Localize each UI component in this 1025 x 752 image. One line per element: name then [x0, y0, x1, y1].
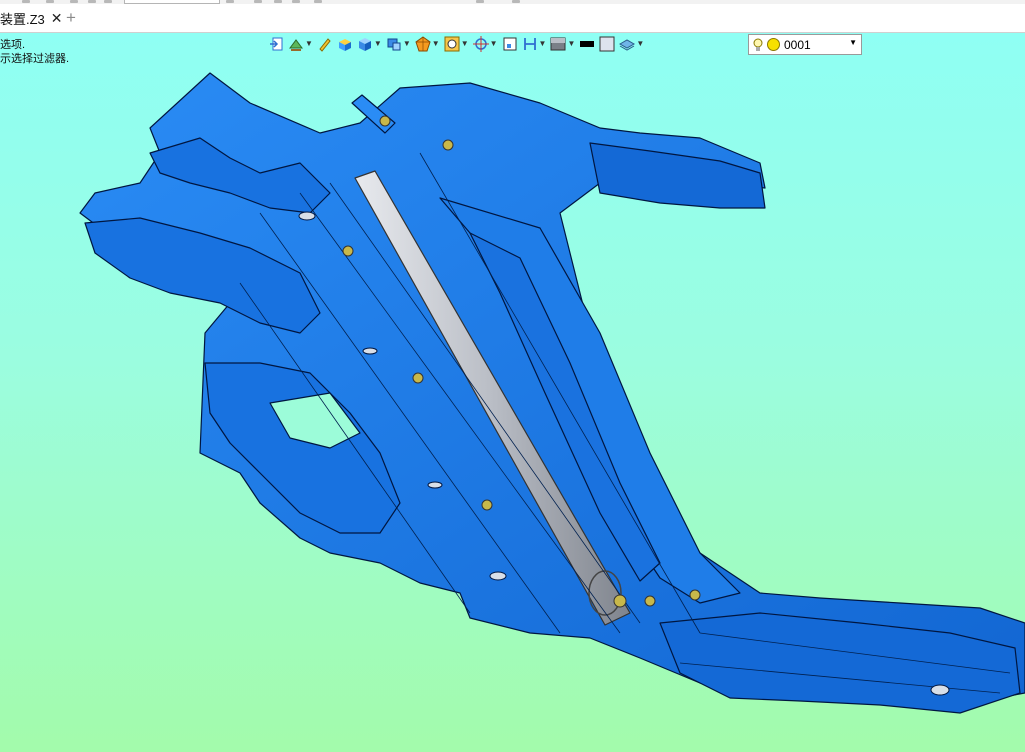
fastener [412, 372, 424, 384]
mount-hole [298, 211, 316, 221]
new-tab-button[interactable]: + [66, 9, 76, 27]
mount-hole [930, 684, 950, 696]
render-mode-button[interactable]: ▼ [288, 34, 313, 54]
prompt-line-1: 选项. [0, 39, 26, 51]
background-icon [550, 37, 566, 51]
quick-access-button[interactable] [314, 0, 322, 3]
fastener [481, 499, 493, 511]
chevron-down-icon[interactable]: ▼ [849, 38, 857, 47]
document-tab-bar: 装置.Z3 ✕ + [0, 4, 1025, 33]
cube-view-icon [358, 38, 371, 51]
fastener [379, 115, 391, 127]
quick-access-button[interactable] [476, 0, 484, 3]
fastener [442, 139, 454, 151]
layer-selector[interactable]: 0001 ▼ [748, 34, 862, 55]
quick-access-button[interactable] [22, 0, 30, 3]
explode-button[interactable]: ▼ [415, 34, 440, 54]
explode-icon [415, 36, 431, 52]
section-button[interactable]: ▼ [522, 34, 547, 54]
mount-hole [489, 571, 507, 581]
highlight-icon [319, 38, 331, 52]
document-tab-title: 装置.Z3 [0, 11, 45, 27]
exit-button[interactable] [268, 34, 284, 54]
chevron-down-icon: ▼ [636, 39, 645, 48]
highlight-button[interactable] [317, 34, 333, 54]
layer-icon [619, 39, 636, 51]
line-color-button[interactable] [579, 34, 595, 54]
window-button[interactable] [502, 34, 518, 54]
orbit-icon [472, 36, 489, 52]
zoom-fit-button[interactable]: ▼ [444, 34, 469, 54]
cube-view-button[interactable]: ▼ [357, 34, 382, 54]
layer-button[interactable]: ▼ [619, 34, 644, 54]
line-color-icon [580, 41, 595, 47]
fastener [613, 594, 627, 608]
mount-hole [427, 481, 443, 489]
view-toolbar: ▼ ▼ ▼ ▼ ▼ ▼ ▼ ▼ ▼ [268, 34, 648, 54]
chevron-down-icon: ▼ [460, 39, 469, 48]
chevron-down-icon: ▼ [489, 39, 498, 48]
zoom-fit-icon [444, 36, 460, 52]
document-tab[interactable]: 装置.Z3 ✕ [0, 4, 63, 32]
cad-model[interactable] [0, 33, 1025, 752]
quick-access-button[interactable] [70, 0, 78, 3]
face-color-button[interactable] [599, 34, 615, 54]
chevron-down-icon: ▼ [373, 39, 382, 48]
fastener [342, 245, 354, 257]
quick-access-button[interactable] [274, 0, 282, 3]
chevron-down-icon: ▼ [538, 39, 547, 48]
orbit-button[interactable]: ▼ [472, 34, 498, 54]
fastener [644, 595, 656, 607]
fastener [689, 589, 701, 601]
quick-access-button[interactable] [88, 0, 96, 3]
background-button[interactable]: ▼ [550, 34, 575, 54]
quick-access-button[interactable] [104, 0, 112, 3]
chevron-down-icon: ▼ [305, 39, 313, 48]
window-icon [503, 37, 517, 51]
layer-color-icon [767, 38, 780, 51]
command-prompt: 选项. 示选择过滤器. [0, 38, 69, 66]
quick-access-button[interactable] [512, 0, 520, 3]
chevron-down-icon: ▼ [431, 39, 440, 48]
render-mode-icon [289, 39, 303, 51]
shaded-icon [338, 39, 351, 51]
prompt-line-2: 示选择过滤器. [0, 53, 70, 65]
quick-access-button[interactable] [46, 0, 54, 3]
display-mode-button[interactable]: ▼ [386, 34, 411, 54]
quick-access-button[interactable] [254, 0, 262, 3]
chevron-down-icon: ▼ [567, 39, 576, 48]
face-color-icon [599, 36, 615, 52]
mount-hole [362, 347, 378, 355]
quick-access-button[interactable] [226, 0, 234, 3]
close-icon[interactable]: ✕ [51, 11, 63, 25]
chevron-down-icon: ▼ [402, 39, 411, 48]
section-icon [523, 38, 536, 50]
shaded-button[interactable] [337, 34, 353, 54]
display-mode-icon [387, 38, 401, 51]
lightbulb-icon [753, 38, 763, 51]
quick-access-button[interactable] [292, 0, 300, 3]
layer-selector-value: 0001 [784, 37, 811, 52]
exit-icon [270, 37, 283, 51]
